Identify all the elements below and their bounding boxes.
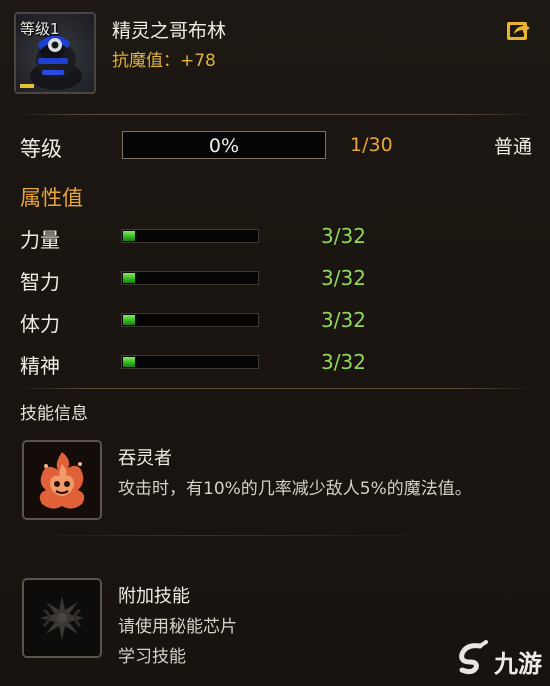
stat-bar-intellect xyxy=(121,271,259,285)
stat-label-intellect: 智力 xyxy=(20,270,60,294)
level-label: 等级 xyxy=(20,137,62,161)
stat-value-stamina: 3/32 xyxy=(321,308,366,332)
share-icon[interactable] xyxy=(506,18,532,42)
stat-bar-strength xyxy=(121,229,259,243)
attributes-divider xyxy=(14,388,536,389)
stat-label-spirit: 精神 xyxy=(20,354,60,378)
stat-label-strength: 力量 xyxy=(20,228,60,252)
level-progress-bar: 0% xyxy=(122,131,326,159)
skill-desc-extra: 请使用秘能芯片 xyxy=(118,617,237,637)
pet-info-panel: 等级1 精灵之哥布林 抗魔值：+78 等级 0% 1/30 普通 属性值 力量 … xyxy=(0,0,550,686)
pet-portrait[interactable]: 等级1 xyxy=(14,12,96,94)
level-progress-text: 0% xyxy=(208,135,240,157)
stat-bar-stamina xyxy=(121,313,259,327)
skill-separator xyxy=(20,535,460,536)
header-divider xyxy=(14,114,536,115)
locked-skill-icon xyxy=(24,580,100,656)
attributes-title: 属性值 xyxy=(20,186,83,210)
skill-icon-devourer[interactable] xyxy=(22,440,102,520)
stat-bar-spirit xyxy=(121,355,259,369)
magic-resist-value: 抗魔值：+78 xyxy=(112,51,216,71)
watermark-text: 九游 xyxy=(494,650,542,678)
pet-name: 精灵之哥布林 xyxy=(112,20,227,42)
skills-title: 技能信息 xyxy=(20,404,88,424)
stat-fill-spirit xyxy=(123,357,135,367)
skill-name-devourer: 吞灵者 xyxy=(118,448,172,469)
stat-value-intellect: 3/32 xyxy=(321,266,366,290)
level-count: 1/30 xyxy=(350,134,393,156)
flame-spirit-icon xyxy=(24,442,100,518)
stat-fill-stamina xyxy=(123,315,135,325)
jiuyou-logo-icon xyxy=(459,640,488,675)
stat-fill-strength xyxy=(123,231,135,241)
stat-label-stamina: 体力 xyxy=(20,312,60,336)
skill-desc-extra-line2: 学习技能 xyxy=(118,647,186,667)
quality-label: 普通 xyxy=(494,136,533,158)
portrait-level-tag: 等级1 xyxy=(20,20,60,38)
stat-fill-intellect xyxy=(123,273,135,283)
skill-name-extra: 附加技能 xyxy=(118,586,190,607)
skill-icon-extra[interactable] xyxy=(22,578,102,658)
stat-value-spirit: 3/32 xyxy=(321,350,366,374)
stat-value-strength: 3/32 xyxy=(321,224,366,248)
skill-desc-devourer: 攻击时，有10%的几率减少敌人5%的魔法值。 xyxy=(118,479,472,499)
jiuyou-watermark: 九游 xyxy=(454,640,546,680)
